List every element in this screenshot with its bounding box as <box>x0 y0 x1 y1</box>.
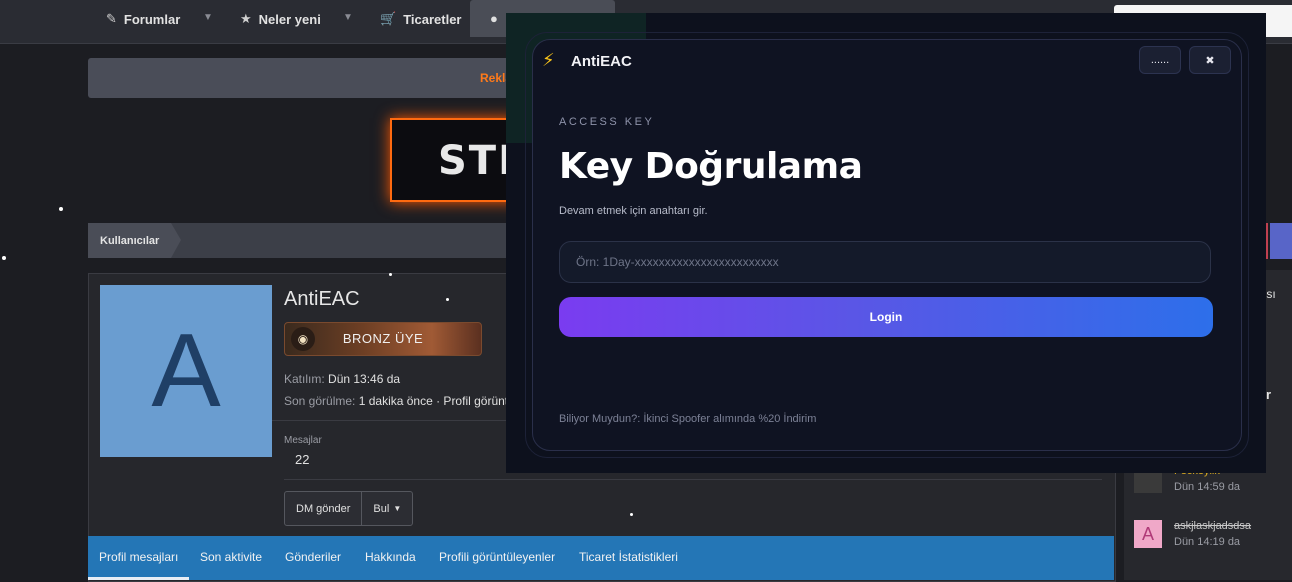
tab-profile-messages[interactable]: Profil mesajları <box>88 536 190 580</box>
rank-badge: ◉ BRONZ ÜYE <box>284 322 482 356</box>
rank-label: BRONZ ÜYE <box>342 331 424 346</box>
subtitle: Devam etmek için anahtarı gir. <box>559 205 708 217</box>
tab-recent-activity[interactable]: Son aktivite <box>200 536 262 577</box>
nav-trades[interactable]: 🛒 Ticaretler <box>380 0 461 38</box>
avatar[interactable]: A <box>100 285 272 457</box>
promo-footer-text: Biliyor Muydun?: İkinci Spoofer alımında… <box>559 413 817 425</box>
tab-trade-stats[interactable]: Ticaret İstatistikleri <box>579 536 678 577</box>
tab-posts[interactable]: Gönderiler <box>285 536 341 577</box>
tab-about[interactable]: Hakkında <box>365 536 416 577</box>
find-dropdown-button[interactable]: Bul ▼ <box>362 492 412 525</box>
joined-label: Katılım: <box>284 372 325 386</box>
member-name[interactable]: askjlaskjadsdsa <box>1174 520 1251 532</box>
user-icon: ● <box>490 11 498 26</box>
page-title: Key Doğrulama <box>559 146 863 187</box>
sparkle-dot <box>630 513 633 516</box>
sparkle-dot <box>59 207 63 211</box>
member-avatar[interactable]: A <box>1134 520 1162 548</box>
star-icon: ★ <box>240 11 252 26</box>
sparkle-dot <box>2 256 6 260</box>
access-key-label: ACCESS KEY <box>559 116 655 128</box>
close-button[interactable]: ✖ <box>1189 46 1231 74</box>
sparkle-dot <box>446 298 449 301</box>
breadcrumb-users[interactable]: Kullanıcılar <box>88 223 182 258</box>
login-button[interactable]: Login <box>559 297 1213 337</box>
sidebar-member-item[interactable]: A askjlaskjadsdsa Dün 14:19 da <box>1134 520 1284 560</box>
chevron-down-icon: ▼ <box>393 504 402 513</box>
sparkle-dot <box>389 273 392 276</box>
nav-whats-new-label: Neler yeni <box>258 11 321 27</box>
cart-icon: 🛒 <box>380 11 397 26</box>
discord-button[interactable] <box>1270 223 1292 259</box>
profile-tabs: Profil mesajları Son aktivite Gönderiler… <box>88 536 1114 580</box>
nav-forums[interactable]: ✎ Forumlar <box>106 0 180 38</box>
last-seen-value: 1 dakika önce · Profil görüntü <box>358 394 515 408</box>
minimize-button[interactable]: ...... <box>1139 46 1181 74</box>
joined-info: Katılım: Dün 13:46 da <box>284 372 400 386</box>
key-input[interactable] <box>559 241 1211 283</box>
joined-value: Dün 13:46 da <box>328 372 401 386</box>
profile-actions: DM gönder Bul ▼ <box>284 491 414 526</box>
nav-whats-new-chevron-down-icon[interactable]: ▼ <box>343 12 353 23</box>
sidebar-heading-fragment-2: r <box>1266 387 1272 402</box>
member-time: Dün 14:59 da <box>1174 481 1241 493</box>
last-seen-info: Son görülme: 1 dakika önce · Profil görü… <box>284 394 515 408</box>
dm-send-button[interactable]: DM gönder <box>285 492 361 525</box>
member-time: Dün 14:19 da <box>1174 536 1241 548</box>
nav-forums-label: Forumlar <box>123 11 181 27</box>
messages-label: Mesajlar <box>284 435 322 446</box>
last-seen-label: Son görülme: <box>284 394 356 408</box>
nav-whats-new[interactable]: ★ Neler yeni <box>240 0 321 38</box>
app-title: AntiEAC <box>571 53 632 70</box>
divider <box>284 479 1102 480</box>
nav-trades-label: Ticaretler <box>403 11 462 27</box>
comments-icon: ✎ <box>106 11 117 26</box>
messages-count[interactable]: 22 <box>295 452 309 467</box>
find-label: Bul <box>373 502 390 515</box>
nav-forums-chevron-down-icon[interactable]: ▼ <box>203 12 213 23</box>
profile-name: AntiEAC <box>284 288 360 310</box>
lightning-icon: ⚡ <box>542 50 555 70</box>
tab-profile-viewers[interactable]: Profili görüntüleyenler <box>439 536 555 577</box>
